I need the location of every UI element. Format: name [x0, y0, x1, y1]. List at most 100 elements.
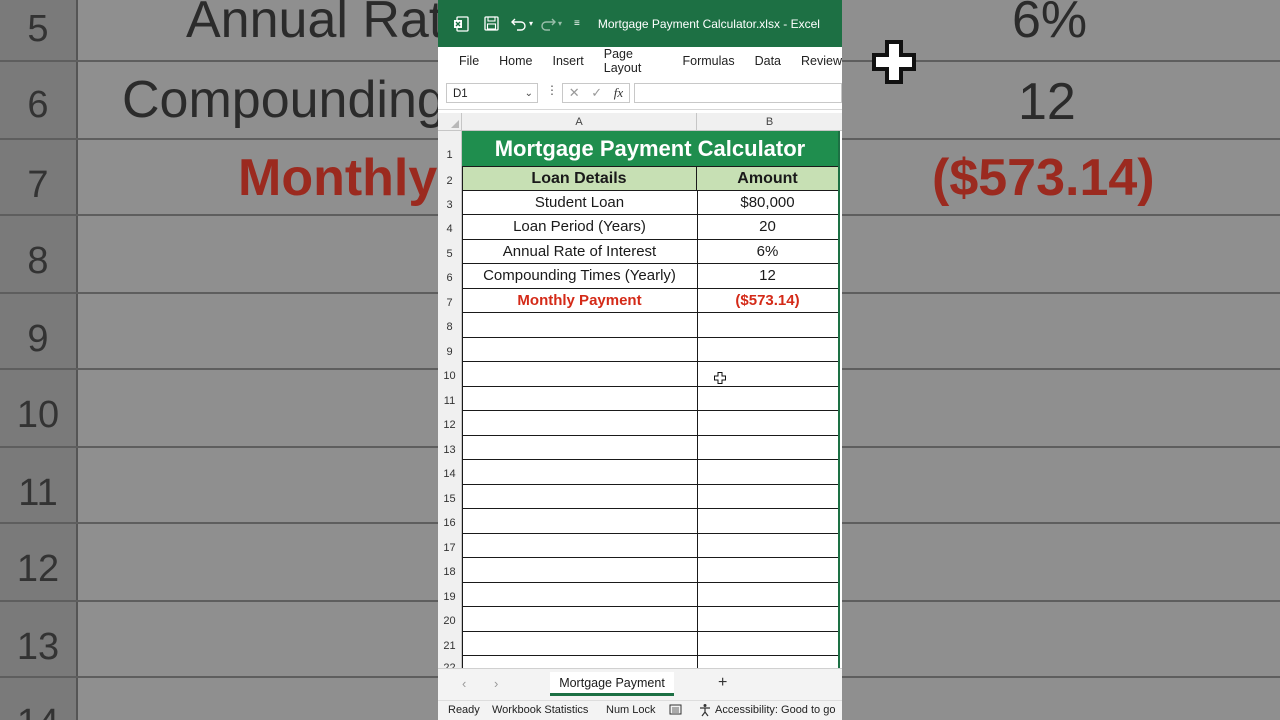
row-header[interactable]: 13 [438, 435, 462, 459]
row-header[interactable]: 3 [438, 190, 462, 214]
gridline [462, 166, 463, 668]
row-header[interactable]: 11 [438, 386, 462, 410]
status-ready: Ready [448, 704, 480, 716]
tab-review[interactable]: Review [801, 54, 842, 68]
gridline [462, 631, 838, 632]
cell-value-compounding[interactable]: 12 [697, 263, 838, 288]
table-right-border [838, 131, 840, 668]
row-header[interactable]: 6 [438, 263, 462, 288]
row-header[interactable]: 8 [438, 312, 462, 337]
cell-cursor-icon [714, 372, 726, 384]
row-header[interactable]: 20 [438, 606, 462, 631]
cell-label-compounding[interactable]: Compounding Times (Yearly) [462, 263, 697, 288]
column-header-b[interactable]: B [697, 113, 842, 131]
cancel-icon[interactable]: ✕ [569, 85, 580, 101]
background-row-number: 6 [27, 84, 49, 126]
gridline [462, 239, 838, 240]
redo-icon[interactable] [539, 15, 557, 33]
cell-value-loan-period[interactable]: 20 [697, 214, 838, 239]
gridline [462, 190, 838, 191]
gridline [462, 435, 838, 436]
chevron-left-icon[interactable]: ‹ [462, 676, 466, 691]
gridline [462, 484, 838, 485]
customize-toolbar-icon[interactable]: ≡ [574, 18, 580, 29]
cell-value-monthly-payment[interactable]: ($573.14) [697, 288, 838, 312]
background-row-number: 7 [27, 164, 49, 206]
header-amount[interactable]: Amount [697, 166, 838, 190]
name-box[interactable]: D1 ⌄ [446, 83, 538, 103]
add-sheet-icon[interactable]: + [718, 674, 727, 692]
gridline [462, 557, 838, 558]
row-header[interactable]: 12 [438, 410, 462, 435]
name-box-value: D1 [453, 88, 468, 100]
gridline [462, 288, 838, 289]
gridline [462, 386, 838, 387]
title-cell[interactable]: Mortgage Payment Calculator [462, 131, 838, 166]
background-cell-label: Compounding [122, 71, 446, 129]
status-workbook-statistics[interactable]: Workbook Statistics [492, 704, 588, 716]
background-row-number: 9 [27, 318, 49, 360]
redo-dropdown-icon[interactable]: ▾ [558, 19, 562, 28]
tab-data[interactable]: Data [755, 54, 781, 68]
gridline [462, 166, 838, 167]
row-header[interactable]: 10 [438, 361, 462, 386]
save-icon[interactable] [482, 15, 500, 33]
excel-window: ▾ ▾ ≡ Mortgage Payment Calculator.xlsx -… [438, 0, 842, 720]
cell-label-student-loan[interactable]: Student Loan [462, 190, 697, 214]
window-title: Mortgage Payment Calculator.xlsx - Excel [597, 16, 820, 31]
row-header[interactable]: 5 [438, 239, 462, 263]
undo-dropdown-icon[interactable]: ▾ [529, 19, 533, 28]
row-header[interactable]: 4 [438, 214, 462, 239]
chevron-down-icon[interactable]: ⌄ [525, 84, 533, 104]
ribbon-tabs: File Home Insert Page Layout Formulas Da… [438, 47, 842, 75]
accessibility-icon[interactable] [698, 703, 712, 720]
gridline [462, 337, 838, 338]
cell-value-student-loan[interactable]: $80,000 [697, 190, 838, 214]
row-header[interactable]: 16 [438, 508, 462, 533]
title-bar: ▾ ▾ ≡ Mortgage Payment Calculator.xlsx -… [438, 0, 842, 47]
row-header[interactable]: 2 [438, 166, 462, 190]
tab-page-layout[interactable]: Page Layout [604, 47, 663, 75]
gridline [462, 312, 838, 313]
gridline [462, 459, 838, 460]
header-loan-details[interactable]: Loan Details [462, 166, 697, 190]
background-row-number: 12 [16, 548, 60, 590]
confirm-icon[interactable]: ✓ [591, 85, 602, 101]
row-header[interactable]: 1 [438, 131, 462, 166]
tab-formulas[interactable]: Formulas [683, 54, 735, 68]
cell-label-monthly-payment[interactable]: Monthly Payment [462, 288, 697, 312]
cell-label-annual-rate[interactable]: Annual Rate of Interest [462, 239, 697, 263]
insert-function-icon[interactable]: fx [614, 85, 623, 101]
gridline [462, 533, 838, 534]
cell-value-annual-rate[interactable]: 6% [697, 239, 838, 263]
chevron-right-icon[interactable]: › [494, 676, 498, 691]
status-accessibility[interactable]: Accessibility: Good to go [715, 704, 835, 716]
background-row-number: 8 [27, 240, 49, 282]
keyboard-icon[interactable] [669, 703, 682, 719]
tab-home[interactable]: Home [499, 54, 532, 68]
row-header[interactable]: 14 [438, 459, 462, 484]
sheet-tab-mortgage-payment[interactable]: Mortgage Payment [550, 672, 674, 696]
background-cell-label: Annual Rat [186, 0, 444, 49]
background-row-number: 11 [18, 472, 58, 514]
row-header[interactable]: 21 [438, 631, 462, 655]
undo-icon[interactable] [510, 15, 528, 33]
tab-insert[interactable]: Insert [553, 54, 584, 68]
row-header[interactable]: 7 [438, 288, 462, 312]
more-options-icon[interactable]: ⋮ [546, 83, 558, 97]
formula-bar-row: D1 ⌄ ⋮ ✕ ✓ fx [438, 75, 842, 110]
row-header[interactable]: 17 [438, 533, 462, 557]
row-header[interactable]: 22 [438, 655, 462, 668]
row-header[interactable]: 18 [438, 557, 462, 582]
sheet-tab-bar: ‹ › Mortgage Payment + [438, 668, 842, 700]
row-header[interactable]: 15 [438, 484, 462, 508]
row-header[interactable]: 19 [438, 582, 462, 606]
tab-file[interactable]: File [459, 54, 479, 68]
cell-label-loan-period[interactable]: Loan Period (Years) [462, 214, 697, 239]
select-all-corner[interactable] [438, 113, 462, 131]
formula-input[interactable] [634, 83, 842, 103]
gridline [462, 582, 838, 583]
background-cell-value: 6% [1012, 0, 1088, 49]
row-header[interactable]: 9 [438, 337, 462, 361]
column-header-a[interactable]: A [462, 113, 697, 131]
